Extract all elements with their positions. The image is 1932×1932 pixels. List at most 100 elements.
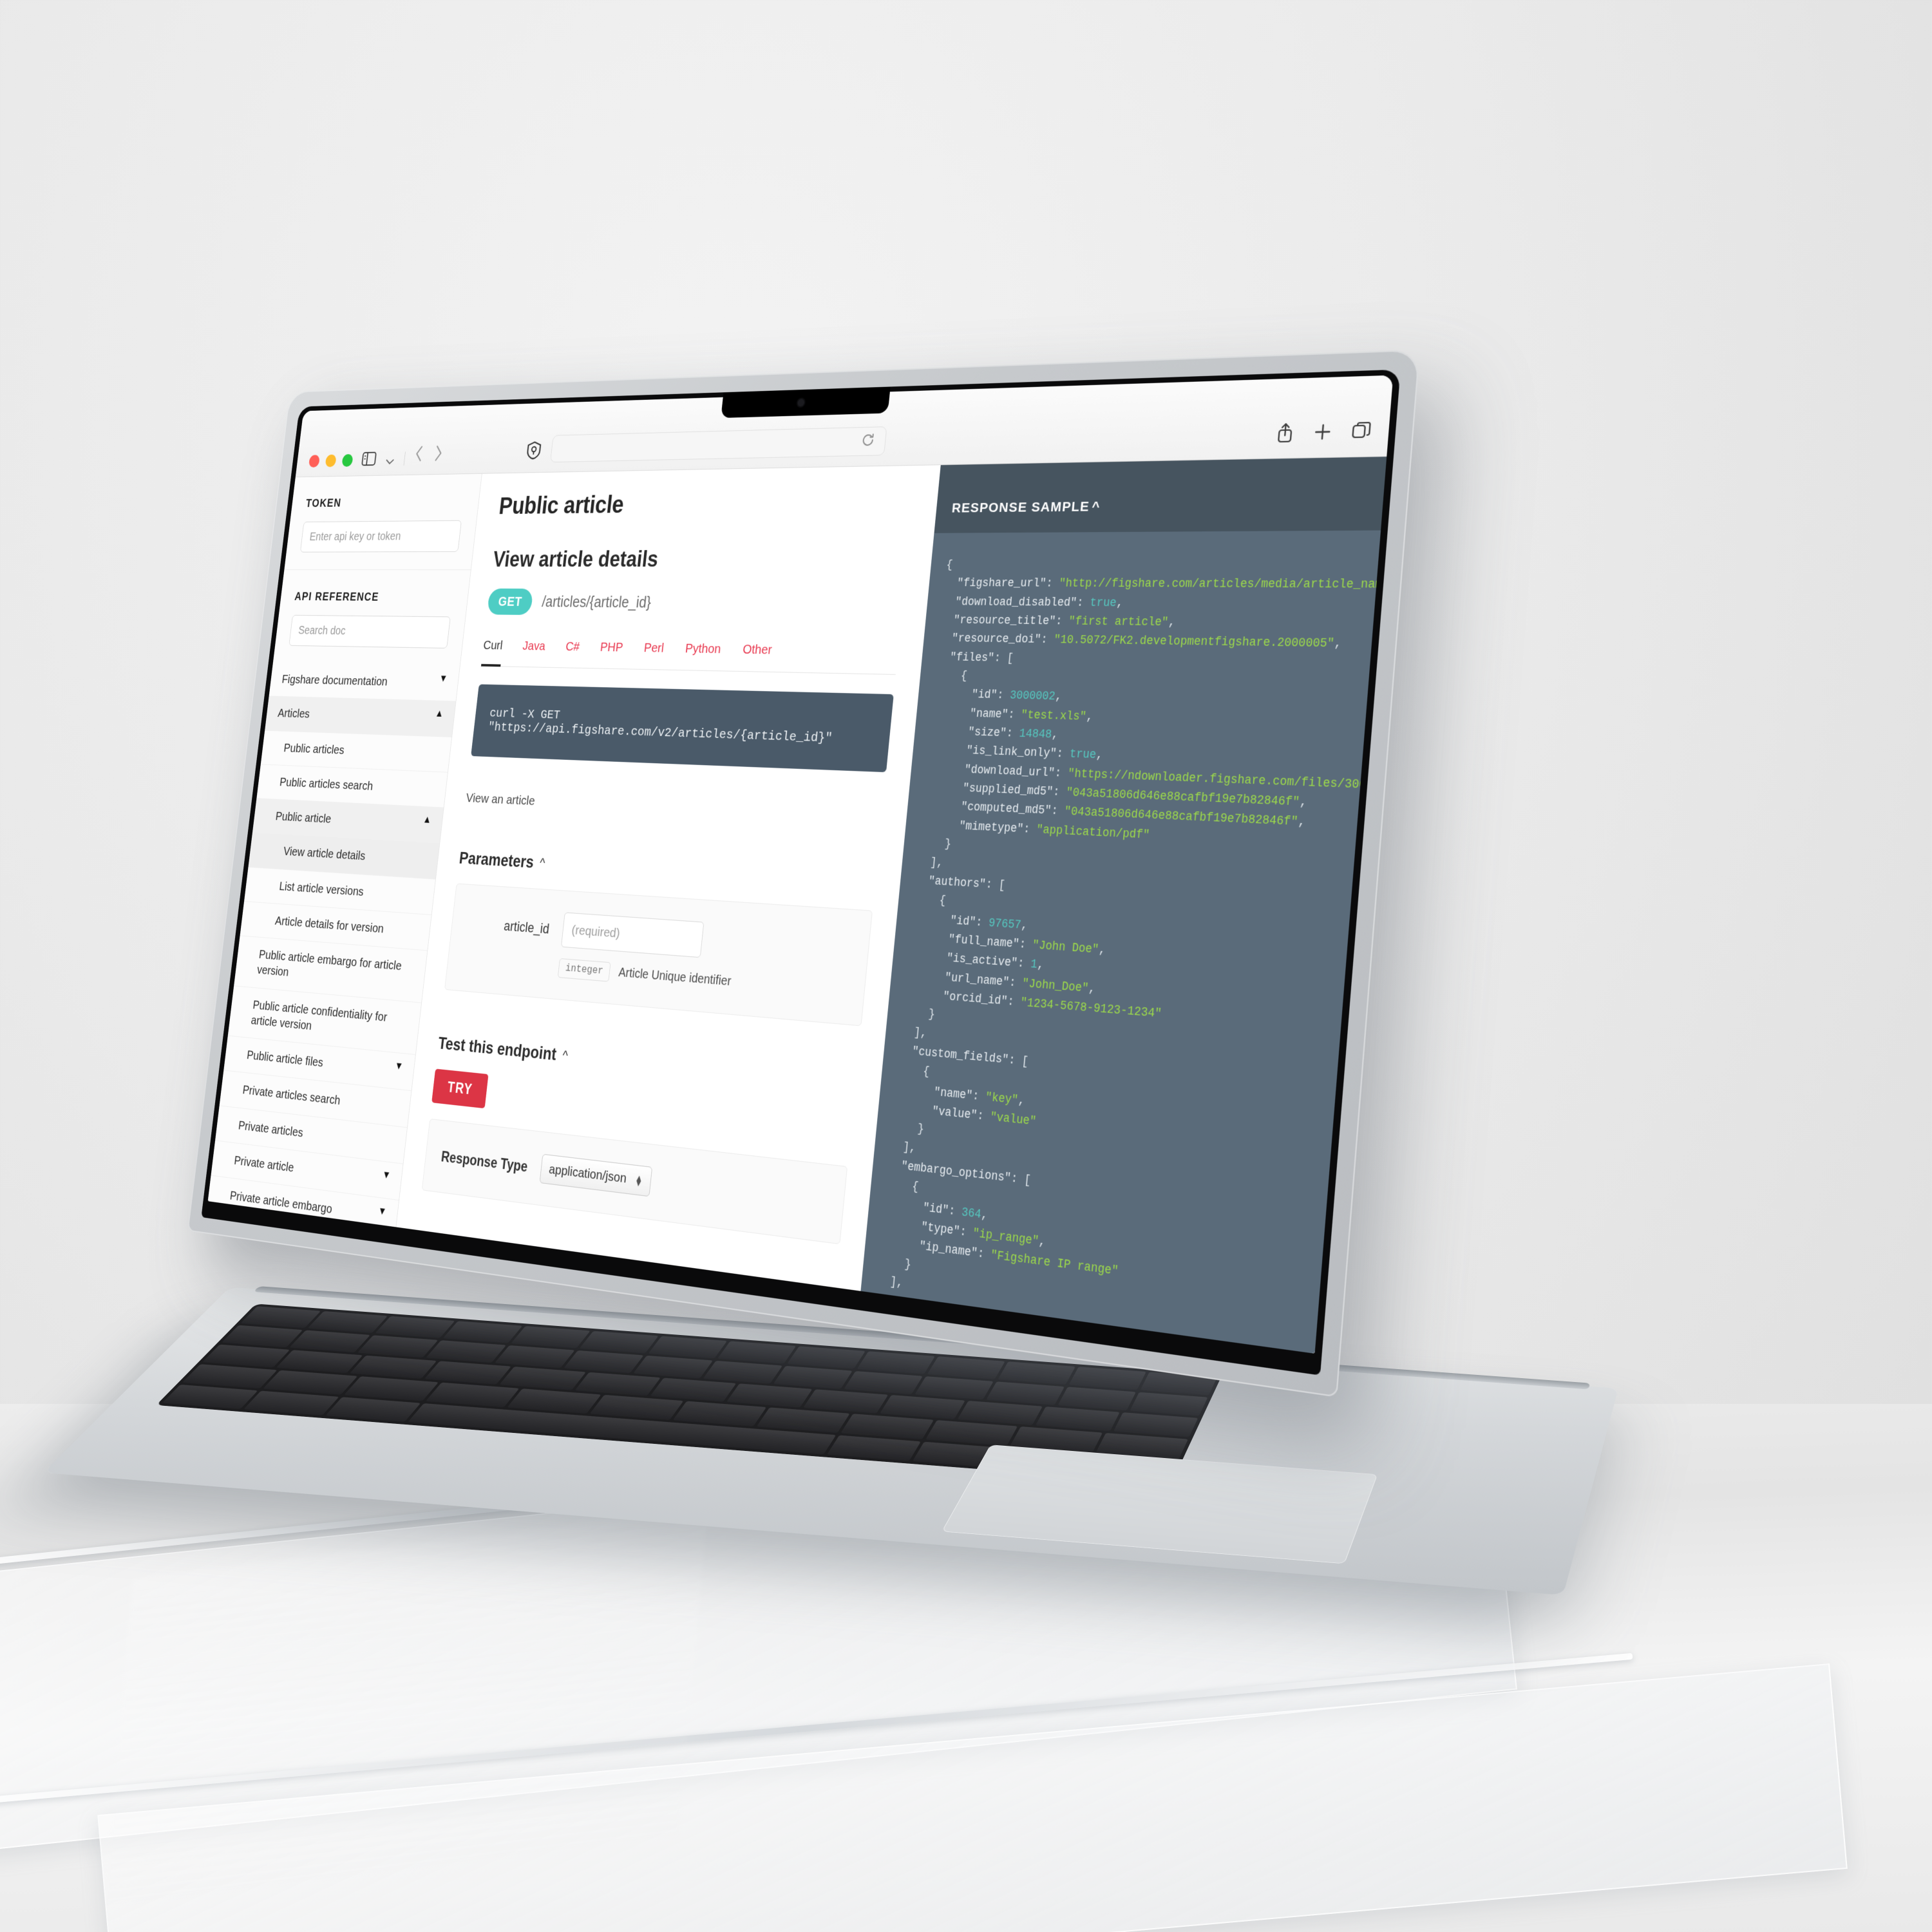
endpoint-row: GET /articles/{article_id} (487, 588, 904, 619)
api-reference-block: API REFERENCE Search doc (272, 569, 471, 667)
response-type-select[interactable]: application/json ▲ ▼ (539, 1153, 653, 1197)
reload-icon[interactable] (860, 432, 876, 451)
caret-down-icon[interactable]: ▼ (377, 1204, 387, 1218)
display-notch (721, 386, 891, 419)
chevron-down-icon[interactable] (384, 458, 395, 466)
response-type-value: application/json (548, 1162, 627, 1186)
test-endpoint-heading[interactable]: Test this endpoint ^ (437, 1034, 857, 1095)
chevron-up-icon: ^ (558, 1256, 565, 1273)
minimize-button[interactable] (325, 454, 337, 468)
parameter-name: article_id (503, 918, 551, 937)
token-placeholder: Enter api key or token (308, 529, 402, 544)
search-doc-input[interactable]: Search doc (289, 614, 451, 649)
browser-window: TOKEN Enter api key or token API REFEREN… (207, 375, 1394, 1354)
caret-down-icon[interactable]: ▼ (439, 672, 448, 685)
forward-icon[interactable] (433, 444, 444, 465)
response-messages-heading[interactable]: Response Messages ^ (414, 1235, 835, 1291)
laptop-lid: TOKEN Enter api key or token API REFEREN… (187, 349, 1421, 1397)
tab-perl[interactable]: Perl (643, 641, 665, 662)
sidebar-item-label: Private article (233, 1153, 295, 1175)
token-input[interactable]: Enter api key or token (299, 520, 462, 553)
response-message-text: OK. Article representation (445, 1284, 571, 1291)
tab-java[interactable]: Java (521, 639, 546, 659)
sidebar-item-label: Public articles search (279, 775, 374, 793)
tab-curl[interactable]: Curl (482, 638, 503, 659)
api-reference-label: API REFERENCE (294, 590, 380, 604)
scene: TOKEN Enter api key or token API REFEREN… (0, 0, 1932, 1932)
parameter-placeholder: (required) (571, 922, 621, 941)
response-sample-json: { "figshare_url": "http://figshare.com/a… (875, 558, 1381, 1354)
address-bar[interactable] (550, 426, 887, 463)
chevron-up-icon: ^ (539, 855, 546, 871)
caret-down-icon[interactable]: ▼ (381, 1168, 392, 1182)
response-sample-panel: RESPONSE SAMPLE ^ { "figshare_url": "htt… (860, 457, 1387, 1354)
response-messages-label: Response Messages (414, 1235, 554, 1273)
parameters-heading-label: Parameters (458, 849, 535, 872)
sidebar-icon[interactable] (361, 451, 377, 467)
toolbar-divider (403, 451, 406, 466)
zoom-button[interactable] (341, 454, 354, 467)
stepper-icon: ▲ ▼ (634, 1171, 644, 1189)
token-block: TOKEN Enter api key or token (284, 474, 481, 570)
page-title: Public article (497, 491, 625, 520)
code-sample: curl -X GET "https://api.figshare.com/v2… (471, 684, 894, 773)
sidebar-item-label: Private article resource (225, 1224, 328, 1227)
tab-c[interactable]: C# (564, 639, 580, 660)
try-button[interactable]: TRY (431, 1068, 489, 1109)
share-icon[interactable] (1275, 422, 1294, 448)
url-text (561, 442, 861, 449)
window-controls[interactable] (308, 454, 354, 468)
sidebar-item-label: Private article embargo (229, 1188, 333, 1217)
sidebar-item-label: List article versions (278, 879, 365, 899)
close-button[interactable] (308, 455, 320, 468)
navigation-buttons[interactable] (413, 444, 444, 465)
sidebar-item-label: Public article files (246, 1048, 324, 1070)
sidebar-item-label: Private articles search (242, 1083, 341, 1108)
parameter-row: article_id (required) integer Article Un… (462, 905, 852, 1001)
response-type-label: Response Type (440, 1148, 529, 1175)
sidebar-item-label: Public article embargo for article versi… (256, 947, 402, 980)
tab-php[interactable]: PHP (599, 640, 623, 661)
chevron-up-icon: ^ (1091, 498, 1101, 515)
caret-up-icon[interactable]: ▲ (435, 707, 444, 720)
caret-down-icon[interactable]: ▼ (394, 1059, 404, 1072)
back-icon[interactable] (413, 445, 424, 466)
sidebar-item-label: Public articles (283, 741, 345, 757)
sidebar-item-label: Figshare documentation (281, 672, 388, 689)
caret-up-icon[interactable]: ▲ (422, 813, 432, 826)
tab-python[interactable]: Python (684, 641, 721, 663)
trackpad (942, 1444, 1378, 1564)
token-label: TOKEN (305, 497, 343, 510)
sidebar-item-label: Articles (277, 706, 311, 721)
response-code: 200 (410, 1279, 430, 1291)
response-sample-label: RESPONSE SAMPLE (951, 499, 1090, 516)
toolbar-actions[interactable] (1275, 420, 1372, 448)
tab-overview-icon[interactable] (1350, 421, 1372, 444)
parameter-meta: integer Article Unique identifier (557, 958, 732, 992)
language-tabs: Curl Java C# PHP Perl Python Other (480, 638, 899, 675)
tab-other[interactable]: Other (741, 642, 773, 664)
test-endpoint-label: Test this endpoint (437, 1034, 558, 1065)
response-type-row: Response Type application/json ▲ ▼ (440, 1142, 827, 1218)
sidebar-item-label: View article details (283, 844, 366, 864)
method-badge: GET (487, 588, 534, 615)
search-doc-placeholder: Search doc (298, 623, 346, 638)
parameters-heading[interactable]: Parameters ^ (459, 849, 876, 893)
endpoint-description: View an article (465, 791, 536, 808)
parameter-description: Article Unique identifier (618, 965, 732, 989)
chevron-up-icon: ^ (562, 1048, 569, 1063)
response-type-panel: Response Type application/json ▲ ▼ (421, 1118, 848, 1245)
page-content: TOKEN Enter api key or token API REFEREN… (207, 457, 1387, 1354)
main-content: Public article View article details GET … (396, 465, 941, 1291)
endpoint-path: /articles/{article_id} (541, 593, 652, 611)
sidebar-item-figshare-documentation[interactable]: Figshare documentation ▼ (269, 662, 460, 702)
endpoint-title: View article details (491, 546, 659, 572)
plus-icon[interactable] (1313, 423, 1332, 445)
sidebar-item-label: Private articles (238, 1118, 304, 1140)
parameters-panel: article_id (required) integer Article Un… (444, 883, 873, 1027)
sidebar-item-label: Public article (274, 809, 332, 826)
shield-icon[interactable] (525, 440, 542, 462)
sidebar-item-label: Article details for version (274, 913, 385, 936)
response-sample-heading[interactable]: RESPONSE SAMPLE ^ (934, 457, 1387, 533)
parameter-input[interactable]: (required) (560, 912, 705, 958)
